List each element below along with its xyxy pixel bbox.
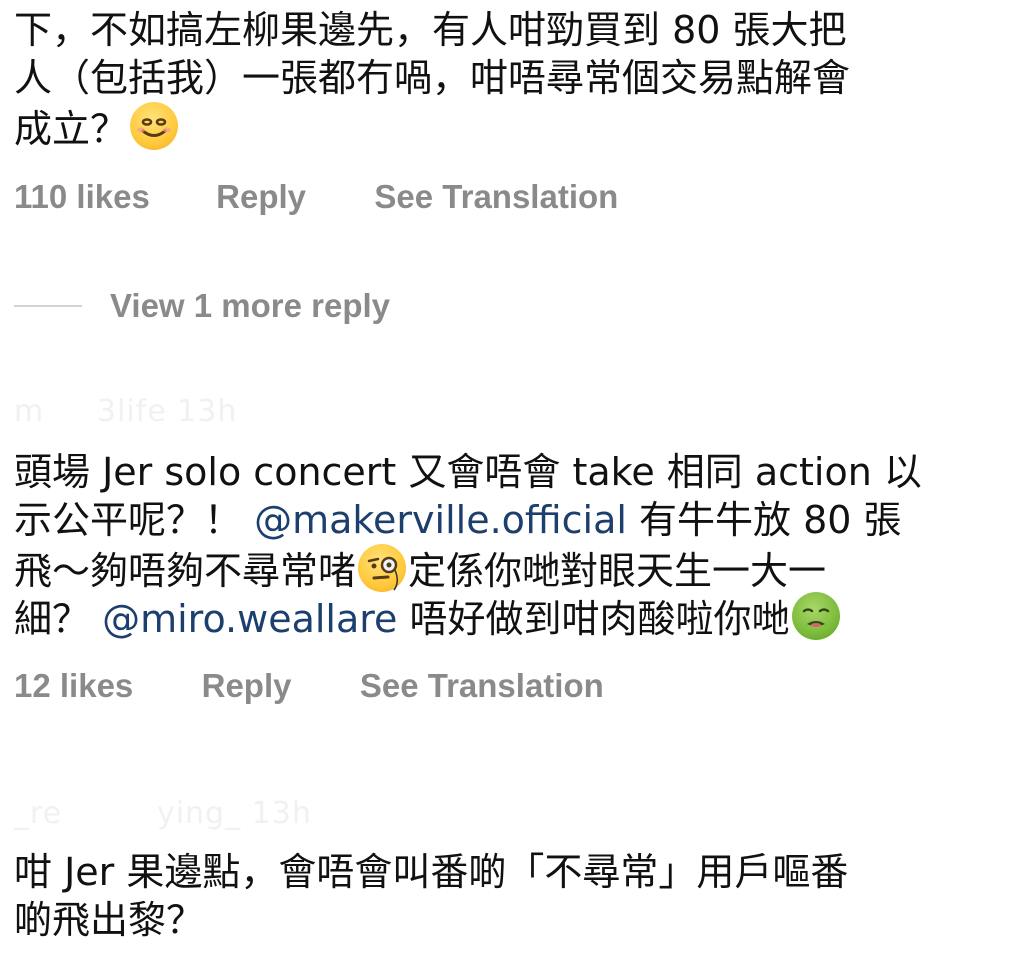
reply-button[interactable]: Reply (216, 178, 306, 216)
mention-link[interactable]: @miro.weallare (102, 597, 397, 641)
comment-2-actions: 12 likes Reply See Translation (14, 667, 604, 705)
comment-text-line: 示公平呢？！ @makerville.official 有牛牛放 80 張 (14, 496, 974, 544)
comment-3-username[interactable]: _re ying_ 13h (14, 796, 312, 831)
smiling-face-icon (130, 102, 179, 150)
comment-1: 下，不如搞左柳果邊先，有人咁勁買到 80 張大把 人（包括我）一張都冇喎，咁唔尋… (14, 6, 974, 151)
comment-text-line: 咁 Jer 果邊點，會唔會叫番啲「不尋常」用戶嘔番 (14, 850, 849, 894)
comment-text-fragment: 細？ (14, 597, 103, 641)
comment-1-actions: 110 likes Reply See Translation (14, 178, 618, 216)
comment-3: 咁 Jer 果邊點，會唔會叫番啲「不尋常」用戶嘔番 啲飛出黎？ (14, 848, 974, 944)
see-translation-button[interactable]: See Translation (360, 667, 604, 705)
comment-1-text: 下，不如搞左柳果邊先，有人咁勁買到 80 張大把 人（包括我）一張都冇喎，咁唔尋… (14, 6, 974, 151)
face-with-monocle-icon (358, 544, 407, 592)
comment-2: 頭場 Jer solo concert 又會唔會 take 相同 action … (14, 448, 974, 641)
comment-2-text: 頭場 Jer solo concert 又會唔會 take 相同 action … (14, 448, 974, 641)
mention-link[interactable]: @makerville.official (254, 498, 627, 542)
comment-text-line: 飛～夠唔夠不尋常啫 定係你哋對眼天生一大一 (14, 544, 974, 593)
comment-text-line: 成立？ (14, 102, 974, 151)
comment-3-text: 咁 Jer 果邊點，會唔會叫番啲「不尋常」用戶嘔番 啲飛出黎？ (14, 848, 974, 944)
comment-text-fragment: 唔好做到咁肉酸啦你哋 (397, 597, 790, 641)
comment-text-line: 啲飛出黎？ (14, 898, 205, 942)
comment-text-line: 下，不如搞左柳果邊先，有人咁勁買到 80 張大把 (14, 8, 847, 52)
comment-text-line: 細？ @miro.weallare 唔好做到咁肉酸啦你哋 (14, 592, 974, 641)
view-more-replies-label: View 1 more reply (110, 287, 391, 324)
reply-button[interactable]: Reply (202, 667, 292, 705)
comment-text-fragment: 有牛牛放 80 張 (626, 498, 902, 542)
see-translation-button[interactable]: See Translation (374, 178, 618, 216)
divider-line (14, 305, 82, 307)
likes-count-button[interactable]: 12 likes (14, 667, 133, 705)
comment-2-username[interactable]: m 3life 13h (14, 394, 237, 429)
view-more-replies-button[interactable]: View 1 more reply (14, 287, 390, 325)
likes-count-button[interactable]: 110 likes (14, 178, 150, 216)
comment-text-fragment: 飛～夠唔夠不尋常啫 (14, 549, 357, 593)
comment-text-line: 頭場 Jer solo concert 又會唔會 take 相同 action … (14, 450, 922, 494)
nauseated-face-icon (791, 592, 840, 640)
comment-text-fragment: 示公平呢？！ (14, 498, 255, 542)
comment-text-line: 人（包括我）一張都冇喎，咁唔尋常個交易點解會 (14, 56, 851, 100)
comment-text-fragment: 成立？ (14, 107, 129, 151)
comment-text-fragment: 定係你哋對眼天生一大一 (408, 549, 827, 593)
